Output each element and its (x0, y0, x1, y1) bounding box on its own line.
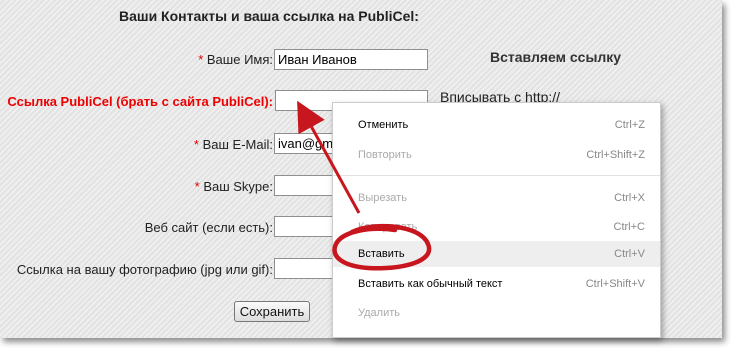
menu-item-shortcut: Ctrl+Z (614, 119, 645, 131)
name-label: Ваше Имя: (206, 52, 273, 67)
menu-item-label: Удалить (358, 307, 400, 319)
email-label-row: * Ваш E-Mail: (194, 137, 273, 152)
menu-item-label: Повторить (358, 149, 412, 161)
menu-item-copy[interactable]: Копировать Ctrl+C (333, 214, 660, 240)
required-mark: * (198, 52, 204, 67)
menu-item-paste-plain[interactable]: Вставить как обычный текст Ctrl+Shift+V (333, 271, 660, 297)
menu-item-label: Вставить как обычный текст (358, 278, 503, 290)
menu-item-undo[interactable]: Отменить Ctrl+Z (333, 112, 660, 138)
side-heading: Вставляем ссылку (490, 49, 622, 65)
photo-label: Ссылка на вашу фотографию (jpg или gif): (16, 262, 273, 277)
required-mark: * (194, 179, 200, 194)
menu-item-label: Вырезать (358, 192, 407, 204)
menu-item-label: Вставить (358, 248, 405, 260)
website-label: Веб сайт (если есть): (144, 220, 273, 235)
menu-item-paste[interactable]: Вставить Ctrl+V (333, 241, 660, 267)
save-button[interactable]: Сохранить (234, 301, 310, 322)
menu-item-shortcut: Ctrl+V (614, 248, 645, 260)
skype-label-row: * Ваш Skype: (195, 179, 273, 194)
menu-item-delete[interactable]: Удалить (333, 300, 660, 326)
form-title: Ваши Контакты и ваша ссылка на PubliCel: (119, 8, 419, 24)
menu-item-shortcut: Ctrl+Shift+Z (586, 149, 645, 161)
menu-item-label: Копировать (358, 221, 418, 233)
menu-separator (333, 175, 660, 176)
menu-item-cut[interactable]: Вырезать Ctrl+X (333, 185, 660, 211)
name-label-row: * Ваше Имя: (198, 52, 273, 67)
menu-item-shortcut: Ctrl+Shift+V (585, 278, 645, 290)
link-label: Ссылка PubliCel (брать с сайта PubliCel)… (7, 94, 273, 109)
name-input[interactable] (274, 49, 428, 70)
context-menu: Отменить Ctrl+Z Повторить Ctrl+Shift+Z В… (332, 102, 661, 338)
required-mark: * (193, 137, 199, 152)
email-label: Ваш E-Mail: (202, 137, 273, 152)
menu-item-redo[interactable]: Повторить Ctrl+Shift+Z (333, 142, 660, 168)
menu-item-shortcut: Ctrl+X (614, 192, 645, 204)
menu-item-shortcut: Ctrl+C (613, 221, 645, 233)
menu-item-label: Отменить (358, 119, 409, 131)
skype-label: Ваш Skype: (203, 179, 273, 194)
